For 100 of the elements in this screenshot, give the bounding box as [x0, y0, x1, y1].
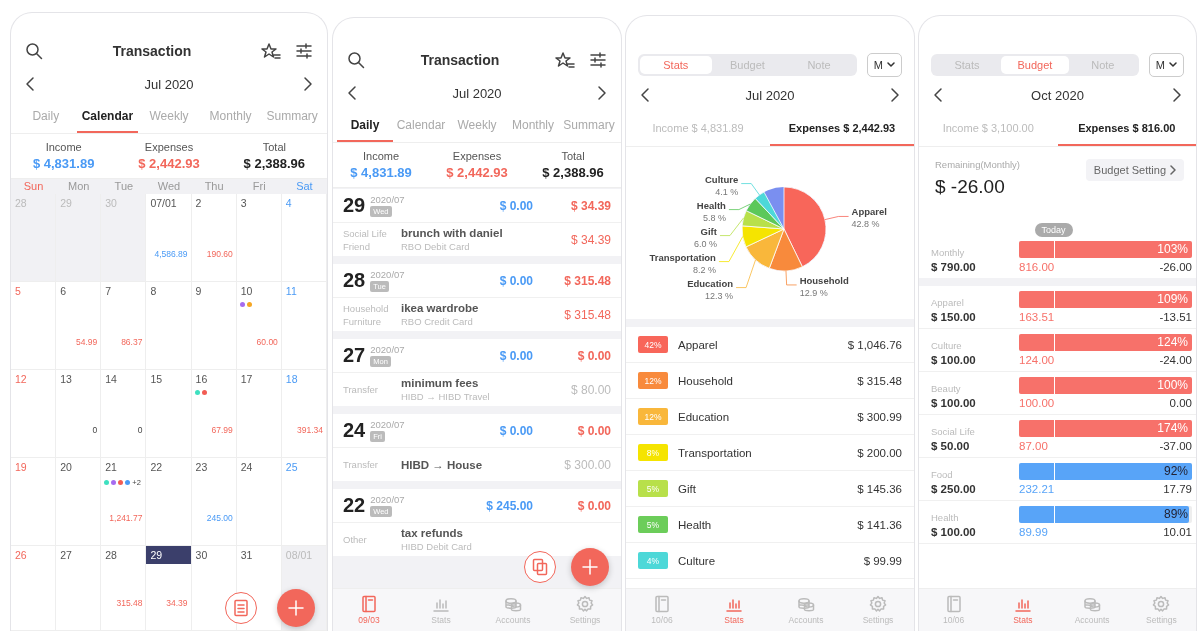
slice-percent: 12.3 % — [705, 290, 734, 301]
day-number[interactable]: 14 — [101, 370, 146, 388]
category-label: Social Life — [343, 227, 388, 239]
category-row[interactable]: 42% Apparel $ 1,046.76 — [626, 327, 914, 363]
next-month-button[interactable] — [303, 76, 313, 92]
category-amount: $ 300.99 — [857, 410, 902, 423]
bookmark-button[interactable] — [261, 42, 281, 60]
search-button[interactable] — [347, 51, 365, 69]
day-number[interactable]: 2 — [191, 194, 236, 212]
coins-icon — [797, 595, 815, 613]
search-button[interactable] — [25, 42, 43, 60]
category-row[interactable]: 12% Education $ 300.99 — [626, 399, 914, 435]
day-number[interactable]: 24 — [236, 458, 281, 476]
day-income: $ 0.00 — [499, 423, 533, 438]
day-number[interactable]: 27 — [56, 546, 101, 564]
summary-value: $ 2,388.96 — [243, 156, 306, 171]
year-month: 2020/07 — [370, 419, 405, 430]
category-amount: $ 1,046.76 — [847, 338, 902, 351]
day-number[interactable]: 23 — [191, 458, 236, 476]
next-month-button[interactable] — [890, 87, 900, 103]
day-amount: 0 — [91, 425, 99, 435]
transaction-amount: $ 80.00 — [570, 382, 611, 397]
leader-line — [735, 259, 756, 288]
day-number[interactable]: 07/01 — [146, 194, 191, 212]
day-number[interactable]: 21 — [101, 458, 146, 476]
filter-button[interactable] — [589, 51, 607, 69]
summary-value: $ 4,831.89 — [32, 156, 95, 171]
next-month-button[interactable] — [597, 85, 607, 101]
category-row[interactable]: 5% Gift $ 145.36 — [626, 471, 914, 507]
type-tab[interactable]: Expenses $ 816.00 — [1057, 112, 1196, 146]
spent-amount: 100.00 — [1019, 397, 1055, 409]
category-row[interactable]: 5% Health $ 141.36 — [626, 507, 914, 543]
transaction-row[interactable]: Household Furniture ikea wardrobe RBO Credit Card $ 315.48 — [333, 298, 621, 331]
day-amount: 190.60 — [205, 249, 234, 259]
transaction-amount: $ 315.48 — [564, 307, 611, 322]
day-number[interactable]: 22 — [146, 458, 191, 476]
caret-icon — [1169, 62, 1177, 68]
category-row[interactable]: 12% Household $ 315.48 — [626, 363, 914, 399]
percent-badge: 8% — [638, 444, 668, 461]
transaction-row[interactable]: Social Life Friend brunch with daniel RBO Debit Card $ 34.39 — [333, 223, 621, 256]
day-number[interactable]: 3 — [236, 194, 281, 212]
day-expense: $ 34.39 — [569, 198, 611, 213]
day-number[interactable]: 15 — [146, 370, 191, 388]
year-month: 2020/07 — [370, 494, 405, 505]
category-amount: $ 315.48 — [857, 374, 902, 387]
filter-button[interactable] — [295, 42, 313, 60]
day-number[interactable]: 29 — [146, 546, 191, 564]
category-row[interactable]: 4% Culture $ 99.99 — [626, 543, 914, 579]
percent-badge: 5% — [638, 480, 668, 497]
day-number[interactable]: 6 — [56, 282, 101, 300]
slice-label: Transportation — [649, 251, 716, 263]
previous-month-button[interactable] — [933, 87, 943, 103]
day-expense: $ 0.00 — [576, 498, 611, 513]
next-month-button[interactable] — [1172, 87, 1182, 103]
spent-amount: 89.99 — [1019, 526, 1048, 538]
chevron-left-icon — [640, 87, 650, 103]
previous-month-button[interactable] — [25, 76, 35, 92]
remaining-amount: -24.00 — [1159, 354, 1192, 366]
day-number[interactable]: 20 — [56, 458, 101, 476]
day-number[interactable]: 8 — [146, 282, 191, 300]
day-number[interactable]: 7 — [101, 282, 146, 300]
chevron-right-icon — [1170, 165, 1176, 175]
category-name: Gift — [678, 482, 697, 495]
remaining-value: $ -26.00 — [935, 176, 1006, 198]
weekday-label: Sun — [22, 179, 45, 194]
remaining-amount: -37.00 — [1159, 440, 1192, 452]
day-number[interactable]: 28 — [101, 546, 146, 564]
weekday-label: Fri — [251, 179, 267, 194]
percent-badge: 42% — [638, 336, 668, 353]
day-number[interactable]: 13 — [56, 370, 101, 388]
category-name: Transportation — [678, 446, 753, 459]
day-number[interactable]: 17 — [236, 370, 281, 388]
bookmark-button[interactable] — [555, 51, 575, 69]
day-number[interactable]: 16 — [191, 370, 236, 388]
transaction-row[interactable]: Other tax refunds HIBD Debit Card — [333, 523, 621, 556]
tab[interactable]: Calendar — [76, 101, 139, 133]
budget-setting-button[interactable]: Budget Setting — [1085, 159, 1184, 181]
tab[interactable]: Daily — [337, 110, 393, 142]
period-dropdown[interactable]: M — [866, 53, 902, 77]
day-number[interactable]: 10 — [236, 282, 281, 300]
day-number[interactable]: 9 — [191, 282, 236, 300]
account-label: RBO Debit Card — [401, 241, 471, 252]
category-row[interactable]: 8% Transportation $ 200.00 — [626, 435, 914, 471]
percent-label: 92% — [1163, 464, 1188, 478]
summary-value: $ 2,442.93 — [138, 156, 200, 171]
coins-icon — [1083, 595, 1102, 613]
day-amount: 315.48 — [115, 598, 144, 608]
chevron-right-icon — [303, 76, 313, 92]
previous-month-button[interactable] — [640, 87, 650, 103]
day-number[interactable]: 30 — [191, 546, 236, 564]
type-tab[interactable]: Expenses $ 2,442.93 — [770, 112, 914, 146]
day-number[interactable]: 31 — [236, 546, 281, 564]
period-dropdown[interactable]: M — [1148, 53, 1184, 77]
percent-badge: 5% — [638, 516, 668, 533]
list-button[interactable] — [225, 592, 257, 624]
day-amount: 86.37 — [120, 337, 144, 347]
transaction-row[interactable]: Transfer minimum fees HIBD → HIBD Travel $ 80.00 — [333, 373, 621, 406]
day-income: $ 245.00 — [486, 498, 533, 513]
previous-month-button[interactable] — [347, 85, 357, 101]
transaction-row[interactable]: Transfer HIBD → House $ 300.00 — [333, 448, 621, 481]
